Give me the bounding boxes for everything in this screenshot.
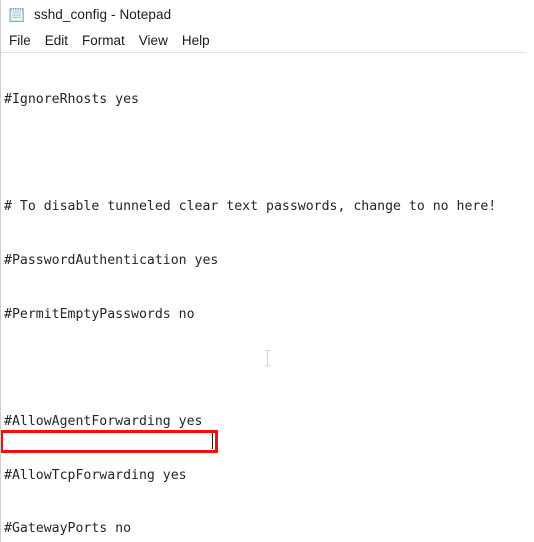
menu-item-edit[interactable]: Edit	[38, 33, 75, 50]
notepad-icon	[8, 6, 26, 24]
menu-bar: File Edit Format View Help	[1, 30, 534, 52]
editor-line: #IgnoreRhosts yes	[4, 91, 139, 107]
text-editor-area[interactable]: #IgnoreRhosts yes # To disable tunneled …	[1, 53, 534, 542]
menu-item-help[interactable]: Help	[175, 33, 217, 50]
editor-line: #AllowAgentForwarding yes	[4, 414, 203, 430]
editor-line: #AllowTcpForwarding yes	[4, 467, 187, 483]
notepad-window: sshd_config - Notepad File Edit Format V…	[0, 0, 534, 542]
editor-lines: #IgnoreRhosts yes # To disable tunneled …	[4, 55, 496, 542]
menu-item-view[interactable]: View	[132, 33, 175, 50]
editor-line: #PermitEmptyPasswords no	[4, 306, 195, 322]
editor-line: #PasswordAuthentication yes	[4, 252, 219, 268]
text-caret	[212, 433, 213, 449]
title-bar: sshd_config - Notepad	[1, 0, 534, 30]
editor-line: # To disable tunneled clear text passwor…	[4, 199, 497, 215]
menu-item-file[interactable]: File	[2, 33, 38, 50]
window-title: sshd_config - Notepad	[34, 7, 172, 23]
menu-item-format[interactable]: Format	[75, 33, 132, 50]
editor-line: #GatewayPorts no	[4, 521, 132, 537]
